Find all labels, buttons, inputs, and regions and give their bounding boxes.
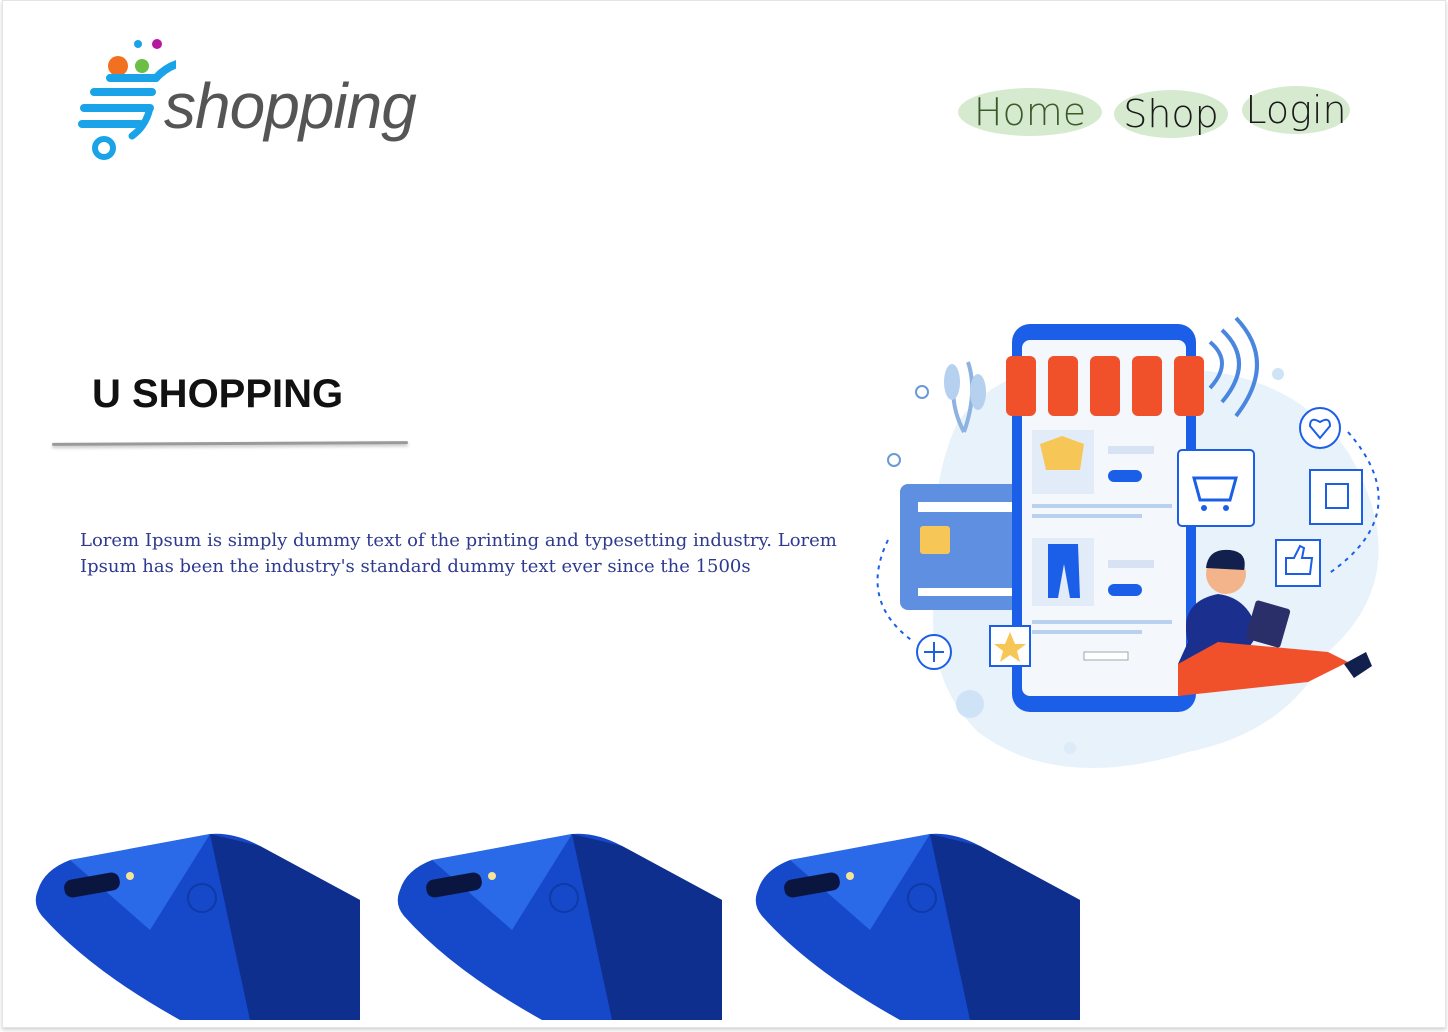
thumbs-up-icon (1275, 539, 1321, 587)
hero-description: Lorem Ipsum is simply dummy text of the … (80, 530, 837, 577)
brand-logo[interactable]: shopping (76, 26, 417, 166)
online-shopping-illustration (876, 316, 1380, 768)
nav-login-link[interactable]: Login (1242, 86, 1350, 134)
nav-home-link[interactable]: Home (958, 88, 1102, 136)
plus-icon (916, 634, 952, 670)
product-phone-image-1[interactable] (30, 820, 360, 1020)
shopping-cart-icon (1177, 449, 1255, 527)
product-phone-image-2[interactable] (392, 820, 722, 1020)
nav-shop-link[interactable]: Shop (1114, 90, 1228, 138)
product-phone-image-3[interactable] (750, 820, 1080, 1020)
star-icon (989, 625, 1031, 667)
heart-icon (1299, 407, 1341, 449)
cart-logo-icon (78, 39, 176, 160)
hero-title: U SHOPPING (92, 372, 344, 416)
logo-text: shopping (164, 70, 417, 142)
gift-icon (1309, 469, 1363, 525)
